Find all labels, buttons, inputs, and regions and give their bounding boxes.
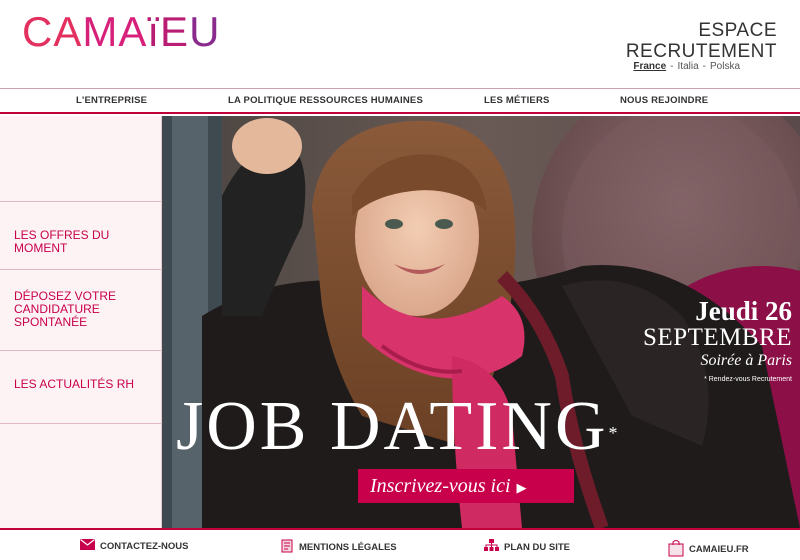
- language-link-france[interactable]: France: [633, 61, 666, 72]
- event-info: Jeudi 26 SEPTEMBRE Soirée à Paris * Rend…: [643, 297, 792, 383]
- shopping-bag-icon: [668, 539, 684, 560]
- camaieu-logo[interactable]: CAMAïEU: [22, 8, 220, 56]
- event-month: SEPTEMBRE: [643, 324, 792, 351]
- footer-link-label: PLAN DU SITE: [504, 541, 570, 553]
- sidebar-item-label: CANDIDATURE: [14, 302, 100, 316]
- sitemap-icon: [484, 539, 499, 555]
- page-title-line2: RECRUTEMENT: [625, 41, 777, 62]
- envelope-icon: [80, 539, 95, 553]
- logo-part: A: [118, 8, 148, 55]
- hero-headline-mark: *: [608, 423, 621, 443]
- main-nav: L'ENTREPRISE LA POLITIQUE RESSOURCES HUM…: [0, 88, 800, 114]
- sidebar-item-actualites[interactable]: LES ACTUALITÉS RH: [0, 351, 161, 424]
- nav-item-nous-rejoindre[interactable]: NOUS REJOINDRE: [620, 95, 708, 106]
- sidebar: LES OFFRES DU MOMENT DÉPOSEZ VOTRE CANDI…: [0, 116, 162, 528]
- nav-item-metiers[interactable]: LES MÉTIERS: [484, 95, 550, 106]
- footer-link-camaieu[interactable]: CAMAIEU.FR: [668, 539, 749, 560]
- language-link-polska[interactable]: Polska: [710, 61, 740, 72]
- hero-headline-text: JOB DATING: [176, 388, 609, 465]
- play-arrow-icon: ▶: [516, 480, 527, 495]
- footer-link-mentions[interactable]: MENTIONS LÉGALES: [281, 539, 397, 556]
- logo-part: M: [82, 8, 119, 55]
- footer-link-label: MENTIONS LÉGALES: [299, 542, 397, 553]
- language-separator: -: [670, 61, 674, 72]
- nav-item-entreprise[interactable]: L'ENTREPRISE: [76, 95, 147, 106]
- sidebar-item-label: DÉPOSEZ VOTRE: [14, 289, 117, 303]
- language-link-italia[interactable]: Italia: [678, 61, 699, 72]
- page-title-line1: ESPACE: [698, 20, 777, 41]
- logo-part: E: [160, 8, 190, 55]
- sidebar-item-label: SPONTANÉE: [14, 315, 88, 329]
- language-selector: France - Italia - Polska: [633, 61, 740, 72]
- nav-item-politique-rh[interactable]: LA POLITIQUE RESSOURCES HUMAINES: [228, 95, 423, 106]
- sidebar-spacer: [0, 116, 161, 202]
- register-button[interactable]: Inscrivez-vous ici ▶: [358, 469, 574, 503]
- logo-part: CA: [22, 8, 83, 55]
- event-note: * Rendez-vous Recrutement: [704, 376, 792, 383]
- header: CAMAïEU ESPACE RECRUTEMENT France - Italia…: [0, 0, 800, 88]
- event-place: Soirée à Paris: [700, 352, 792, 369]
- register-button-label: Inscrivez-vous ici: [370, 475, 511, 497]
- footer-link-label: CONTACTEZ-NOUS: [100, 540, 189, 552]
- footer-link-label: CAMAIEU.FR: [689, 544, 749, 555]
- event-day: Jeudi 26: [695, 296, 792, 326]
- logo-part: U: [189, 8, 221, 55]
- sidebar-item-candidature[interactable]: DÉPOSEZ VOTRE CANDIDATURE SPONTANÉE: [0, 270, 161, 351]
- sidebar-item-offres[interactable]: LES OFFRES DU MOMENT: [0, 202, 161, 270]
- page-title: ESPACE RECRUTEMENT: [626, 20, 777, 62]
- document-icon: [281, 539, 294, 556]
- footer: CONTACTEZ-NOUS MENTIONS LÉGALES PLAN DU …: [0, 528, 800, 560]
- footer-link-plan[interactable]: PLAN DU SITE: [484, 539, 570, 555]
- page: CAMAïEU ESPACE RECRUTEMENT France - Italia…: [0, 0, 800, 560]
- footer-link-contact[interactable]: CONTACTEZ-NOUS: [80, 539, 188, 553]
- hero-banner[interactable]: Jeudi 26 SEPTEMBRE Soirée à Paris * Rend…: [162, 116, 800, 528]
- logo-part: ï: [147, 8, 161, 55]
- hero-headline: JOB DATING*: [176, 392, 621, 462]
- language-separator: -: [702, 61, 706, 72]
